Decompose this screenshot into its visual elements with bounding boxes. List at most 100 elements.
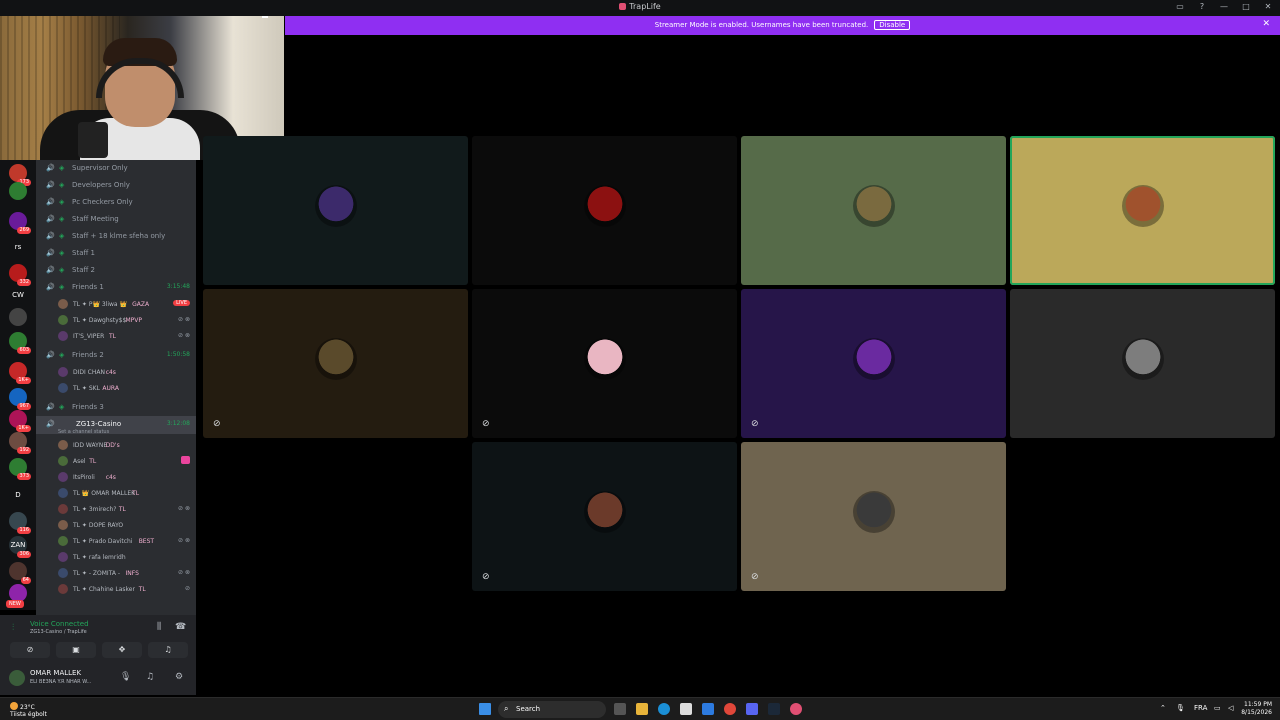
voice-user[interactable]: TL ✦ 3mirech? TL ⊘ ⊗ — [36, 501, 196, 517]
file-explorer-icon[interactable] — [636, 703, 648, 715]
voice-channel[interactable]: 🔊 ◈ Staff + 18 klme sfeha only — [36, 228, 196, 244]
server-icon[interactable]: 967 — [9, 388, 31, 410]
voice-user[interactable]: DIDI CHAN c4s — [36, 364, 196, 380]
mic-icon[interactable]: 🎙 — [120, 672, 131, 682]
voice-user[interactable]: TL ✦ DOPE RAYO — [36, 517, 196, 533]
voice-channel[interactable]: 🔊 ◈ Staff Meeting — [36, 211, 196, 227]
voice-user[interactable]: TL ✦ SKL AURA — [36, 380, 196, 396]
tray-chevron-icon[interactable]: ⌃ — [1160, 704, 1166, 712]
user-name[interactable]: OMAR MALLEK — [30, 669, 81, 677]
video-tile[interactable]: ⊘ — [472, 289, 737, 438]
language-indicator[interactable]: FRA — [1194, 704, 1207, 712]
voice-user[interactable]: IT'S_VIPER TL ⊘ ⊗ — [36, 328, 196, 344]
server-icon[interactable]: 1K+ — [9, 362, 31, 384]
network-icon[interactable]: ▭ — [1214, 704, 1221, 712]
screen-share-button[interactable]: ▣ — [56, 642, 96, 658]
weather-widget[interactable]: 23°C Tiista égbolt — [10, 702, 47, 718]
server-icon[interactable]: 192 — [9, 432, 31, 454]
voice-channel[interactable]: 🔊 ◈ Developers Only — [36, 177, 196, 193]
voice-channel[interactable]: 🔊 ◈ Friends 3 — [36, 399, 196, 415]
discord-taskbar-icon[interactable] — [746, 703, 758, 715]
tray-mic-icon[interactable]: 🎙 — [1176, 704, 1185, 712]
disable-streamer-button[interactable]: Disable — [874, 20, 911, 30]
activities-button[interactable]: ✥ — [102, 642, 142, 658]
video-tile[interactable] — [203, 136, 468, 285]
server-icon[interactable]: CW — [9, 286, 27, 304]
taskbar-search[interactable]: ⌕ Search — [498, 701, 606, 718]
voice-channel[interactable]: 🔊 ◈ Friends 1 3:15:48 — [36, 279, 196, 295]
video-tile[interactable]: ⊘ — [472, 442, 737, 591]
voice-user[interactable]: TL ✦ Chahine Lasker TL ⊘ — [36, 581, 196, 597]
user-name: TL 👑 OMAR MALLEK — [73, 490, 136, 497]
voice-channel[interactable]: 🔊 ◈ Friends 2 1:50:58 — [36, 347, 196, 363]
user-role-tag: TL — [132, 490, 140, 497]
video-tile[interactable] — [472, 136, 737, 285]
muted-deafened-icons: ⊘ — [184, 585, 190, 592]
user-avatar — [58, 315, 68, 325]
voice-status[interactable]: Voice Connected — [30, 620, 89, 628]
voice-user[interactable]: TL 👑 OMAR MALLEK TL — [36, 485, 196, 501]
server-icon[interactable]: 64 — [9, 562, 31, 584]
noise-suppression-icon[interactable]: ⫼ — [157, 622, 161, 632]
close-button[interactable]: ✕ — [1262, 2, 1274, 11]
server-icon[interactable]: 1K+ — [9, 410, 31, 432]
voice-channel[interactable]: 🔊 ◈ Supervisor Only — [36, 160, 196, 176]
voice-channel[interactable]: 🔊 ◈ Staff 2 — [36, 262, 196, 278]
voice-user[interactable]: TL ✦ Prado Davitchi BEST ⊘ ⊗ — [36, 533, 196, 549]
video-tile[interactable]: ⊘ — [741, 442, 1006, 591]
volume-icon[interactable]: ◁ — [1228, 704, 1233, 712]
settings-gear-icon[interactable]: ⚙ — [175, 672, 183, 682]
user-avatar[interactable] — [9, 670, 25, 686]
server-icon[interactable]: 173 — [9, 164, 31, 186]
server-icon[interactable]: rs — [9, 238, 27, 256]
voice-channel[interactable]: 🔊 ◈ Staff 1 — [36, 245, 196, 261]
server-icon[interactable]: 373 — [9, 458, 31, 480]
clock[interactable]: 11:59 PM 8/15/2026 — [1241, 701, 1272, 717]
video-tile[interactable] — [1010, 289, 1275, 438]
channel-status[interactable]: Set a channel status — [58, 429, 109, 435]
channel-name: Pc Checkers Only — [72, 198, 133, 206]
speaker-icon: 🔊 — [46, 266, 55, 274]
video-tile[interactable] — [741, 136, 1006, 285]
steam-icon[interactable] — [768, 703, 780, 715]
server-icon[interactable]: 269 — [9, 212, 31, 234]
voice-channel-active[interactable]: 🔊 ZG13-Casino 3:12:08 Set a channel status — [36, 416, 196, 435]
voice-user[interactable]: IDD WAYNE DD's — [36, 437, 196, 453]
server-icon[interactable] — [9, 182, 27, 200]
chrome-icon[interactable] — [724, 703, 736, 715]
inbox-icon[interactable]: ▭ — [1174, 2, 1186, 11]
minimize-button[interactable]: — — [1218, 2, 1230, 11]
channel-lock-icon: ◈ — [59, 403, 65, 411]
start-button[interactable] — [479, 703, 491, 715]
headset-icon[interactable]: ♫ — [146, 672, 154, 682]
voice-user[interactable]: TL ✦ Dawghsty$$ MPVP ⊘ ⊗ — [36, 312, 196, 328]
video-tile[interactable]: ⊘ — [203, 289, 468, 438]
voice-channel[interactable]: 🔊 ◈ Pc Checkers Only — [36, 194, 196, 210]
edge-icon[interactable] — [658, 703, 670, 715]
task-view-icon[interactable] — [614, 703, 626, 715]
voice-user[interactable]: TL ✦ rafa lemridh — [36, 549, 196, 565]
video-tile[interactable]: ⊘ — [741, 289, 1006, 438]
app-icon-blue[interactable] — [702, 703, 714, 715]
voice-user[interactable]: TL ✦ P👑 3liwa 👑 GAZA LIVE — [36, 296, 196, 312]
server-icon[interactable]: ZAN 306 — [9, 536, 31, 558]
server-icon[interactable]: 332 — [9, 264, 31, 286]
maximize-button[interactable]: □ — [1240, 2, 1252, 11]
server-icon[interactable]: 116 — [9, 512, 31, 534]
camera-button[interactable]: ⊘ — [10, 642, 50, 658]
soundboard-button[interactable]: ♫ — [148, 642, 188, 658]
voice-location[interactable]: ZG13-Casino / TrapLife — [30, 629, 87, 635]
store-icon[interactable] — [680, 703, 692, 715]
signal-icon[interactable]: ⫶ — [12, 623, 22, 633]
voice-user[interactable]: TL ✦ - ZOMITA - INFS ⊘ ⊗ — [36, 565, 196, 581]
video-tile[interactable] — [1010, 136, 1275, 285]
close-banner-icon[interactable]: ✕ — [1262, 19, 1270, 29]
traplife-icon[interactable] — [790, 703, 802, 715]
server-icon[interactable]: D — [9, 486, 27, 504]
voice-user[interactable]: Asel TL — [36, 453, 196, 469]
server-icon[interactable]: 603 — [9, 332, 31, 354]
server-icon[interactable] — [9, 308, 27, 326]
help-icon[interactable]: ? — [1196, 2, 1208, 11]
voice-user[interactable]: ItsPiroli c4s — [36, 469, 196, 485]
disconnect-icon[interactable]: ☎ — [175, 622, 186, 632]
